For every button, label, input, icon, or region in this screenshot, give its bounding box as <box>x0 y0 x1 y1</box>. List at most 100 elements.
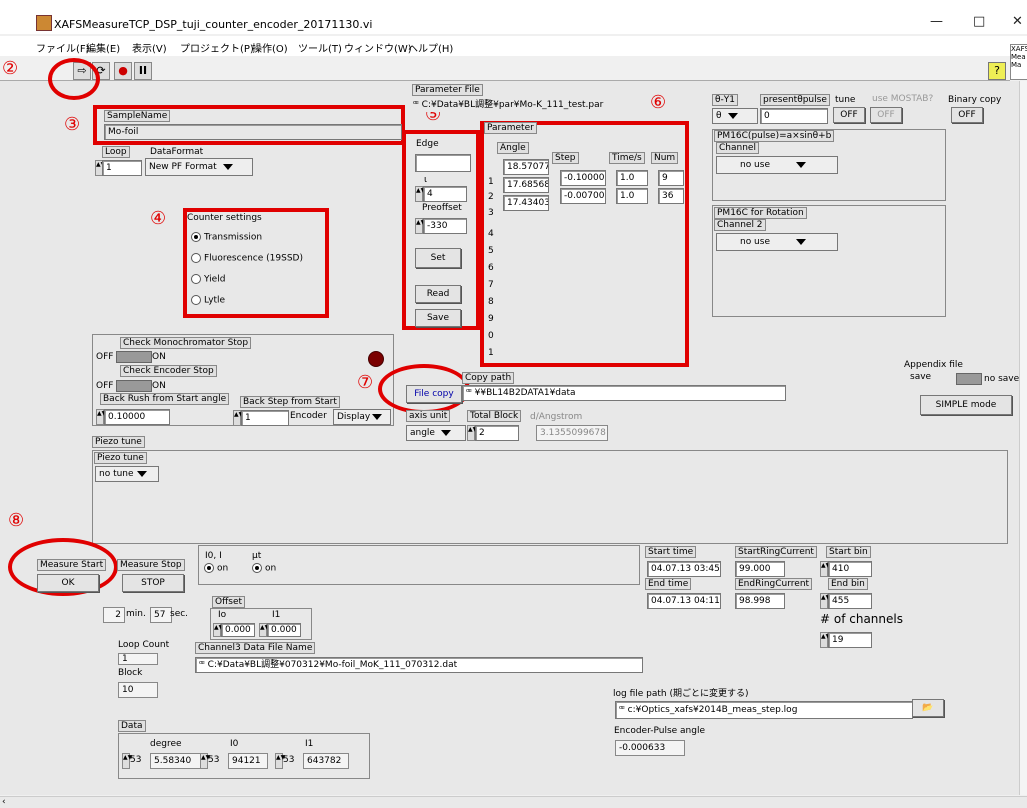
k-stepper[interactable]: ▲▼ <box>415 186 425 202</box>
abort-icon[interactable]: ● <box>114 62 132 80</box>
i1-index-stepper[interactable]: ▲▼ <box>275 753 285 769</box>
angle-field-3[interactable]: 17.43403 <box>503 195 549 211</box>
i0-toggle[interactable]: on <box>204 563 228 574</box>
counter-option-transmission[interactable]: Transmission <box>191 232 262 243</box>
ch3-file-label: Channel3 Data File Name <box>195 642 316 654</box>
backstep-stepper[interactable]: ▲▼ <box>233 410 243 426</box>
encoder-stop-toggle[interactable] <box>116 380 152 392</box>
offset-io-field[interactable]: 0.000 <box>221 623 255 637</box>
tune-button[interactable]: OFF <box>833 107 865 123</box>
theta-select[interactable]: θ <box>712 108 758 124</box>
mut-toggle[interactable]: on <box>252 563 276 574</box>
time-field-2[interactable]: 1.0 <box>616 188 648 204</box>
total-block-stepper[interactable]: ▲▼ <box>467 425 477 441</box>
num-field-2[interactable]: 36 <box>658 188 684 204</box>
save-button[interactable]: Save <box>415 309 461 327</box>
row-index-1: 1 <box>488 177 494 187</box>
menu-tools[interactable]: ツール(T) <box>298 40 342 55</box>
param-file-field[interactable]: ꟹ C:¥Data¥BL調整¥par¥Mo-K_111_test.par <box>413 98 673 112</box>
annotation-8: ⑧ <box>8 510 25 531</box>
pm16c-ch2-select[interactable]: no use <box>716 233 838 251</box>
chevron-down-icon <box>796 161 806 168</box>
counter-option-yield[interactable]: Yield <box>191 274 225 285</box>
backrush-field[interactable]: 0.10000 <box>104 409 170 425</box>
start-bin-stepper[interactable]: ▲▼ <box>820 561 830 577</box>
backstep-field[interactable]: 1 <box>241 410 289 426</box>
channels-field[interactable]: 19 <box>828 632 872 648</box>
menu-window[interactable]: ウィンドウ(W) <box>344 40 412 55</box>
dataformat-select[interactable]: New PF Format <box>145 158 253 176</box>
menu-project[interactable]: プロジェクト(P) <box>180 40 254 55</box>
piezo-tune-select[interactable]: no tune <box>95 466 159 482</box>
degree-label: degree <box>150 739 182 749</box>
menu-edit[interactable]: 編集(E) <box>86 40 120 55</box>
binary-copy-button[interactable]: OFF <box>951 107 983 123</box>
preoffset-field[interactable]: -330 <box>423 218 467 234</box>
parameter-label: Parameter <box>484 122 537 134</box>
num-field-1[interactable]: 9 <box>658 170 684 186</box>
scroll-left-icon[interactable]: ‹ <box>2 797 6 807</box>
counter-option-fluorescence[interactable]: Fluorescence (19SSD) <box>191 253 303 264</box>
mono-stop-toggle[interactable] <box>116 351 152 363</box>
horizontal-scrollbar[interactable] <box>0 796 1027 808</box>
read-button[interactable]: Read <box>415 285 461 303</box>
step-field-2[interactable]: -0.00700 <box>560 188 606 204</box>
menu-view[interactable]: 表示(V) <box>132 40 167 55</box>
loop-field[interactable]: 1 <box>102 160 142 176</box>
offset-i1-field[interactable]: 0.000 <box>267 623 301 637</box>
k-field[interactable]: 4 <box>423 186 467 202</box>
time-field-1[interactable]: 1.0 <box>616 170 648 186</box>
i0-label: I0, I <box>205 551 222 561</box>
menu-operate[interactable]: 操作(O) <box>252 40 288 55</box>
offset-io-stepper[interactable]: ▲▼ <box>213 623 223 637</box>
channels-stepper[interactable]: ▲▼ <box>820 632 830 648</box>
maximize-button[interactable]: □ <box>973 14 985 29</box>
menu-file[interactable]: ファイル(F) <box>36 40 90 55</box>
help-icon[interactable]: ? <box>988 62 1006 80</box>
end-bin-stepper[interactable]: ▲▼ <box>820 593 830 609</box>
ch3-file-field[interactable]: ꟹ C:¥Data¥BL調整¥070312¥Mo-foil_MoK_111_07… <box>195 657 643 673</box>
pause-icon[interactable]: II <box>134 62 152 80</box>
start-bin-label: Start bin <box>826 546 871 558</box>
encoder-off-label: OFF <box>96 381 114 391</box>
end-bin-field[interactable]: 455 <box>828 593 872 609</box>
minimize-button[interactable]: — <box>930 14 943 29</box>
set-button[interactable]: Set <box>415 248 461 268</box>
close-button[interactable]: ✕ <box>1012 14 1023 29</box>
appendix-toggle[interactable] <box>956 373 982 385</box>
radio-selected-icon <box>191 232 201 242</box>
mostab-button[interactable]: OFF <box>870 107 902 123</box>
i0-index-stepper[interactable]: ▲▼ <box>200 753 210 769</box>
preoffset-stepper[interactable]: ▲▼ <box>415 218 425 234</box>
log-file-field[interactable]: ꟹ c:¥Optics_xafs¥2014B_meas_step.log <box>615 701 913 719</box>
measure-start-button[interactable]: OK <box>37 574 99 592</box>
display-select[interactable]: Display <box>333 409 391 425</box>
degree-index-stepper[interactable]: ▲▼ <box>122 753 132 769</box>
backrush-stepper[interactable]: ▲▼ <box>96 409 106 425</box>
run-highlight <box>48 58 100 100</box>
offset-i1-stepper[interactable]: ▲▼ <box>259 623 269 637</box>
edge-field[interactable] <box>415 154 471 172</box>
pm16c-channel-select[interactable]: no use <box>716 156 838 174</box>
sec-label: sec. <box>170 609 189 619</box>
angle-field-1[interactable]: 18.57077 <box>503 159 549 175</box>
angle-field-2[interactable]: 17.68568 <box>503 177 549 193</box>
menu-help[interactable]: ヘルプ(H) <box>408 40 453 55</box>
copy-path-field[interactable]: ꟹ ¥¥BL14B2DATA1¥data <box>462 385 786 401</box>
folder-browse-icon[interactable]: 📂 <box>912 699 944 717</box>
axis-unit-select[interactable]: angle <box>406 425 466 441</box>
mono-on-label: ON <box>152 352 166 362</box>
counter-option-lytle[interactable]: Lytle <box>191 295 225 306</box>
total-block-field[interactable]: 2 <box>475 425 519 441</box>
file-copy-button[interactable]: File copy <box>406 385 462 403</box>
chevron-down-icon <box>136 470 147 477</box>
step-field-1[interactable]: -0.10000 <box>560 170 606 186</box>
measure-stop-button[interactable]: STOP <box>122 574 184 592</box>
loop-count-field: 1 <box>118 653 158 665</box>
start-bin-field[interactable]: 410 <box>828 561 872 577</box>
start-ring-label: StartRingCurrent <box>735 546 817 558</box>
end-time-label: End time <box>645 578 692 590</box>
simple-mode-button[interactable]: SIMPLE mode <box>920 395 1012 415</box>
d-angstrom-field: 3.1355099678 <box>536 425 608 441</box>
sample-name-field[interactable]: Mo-foil <box>104 124 402 140</box>
